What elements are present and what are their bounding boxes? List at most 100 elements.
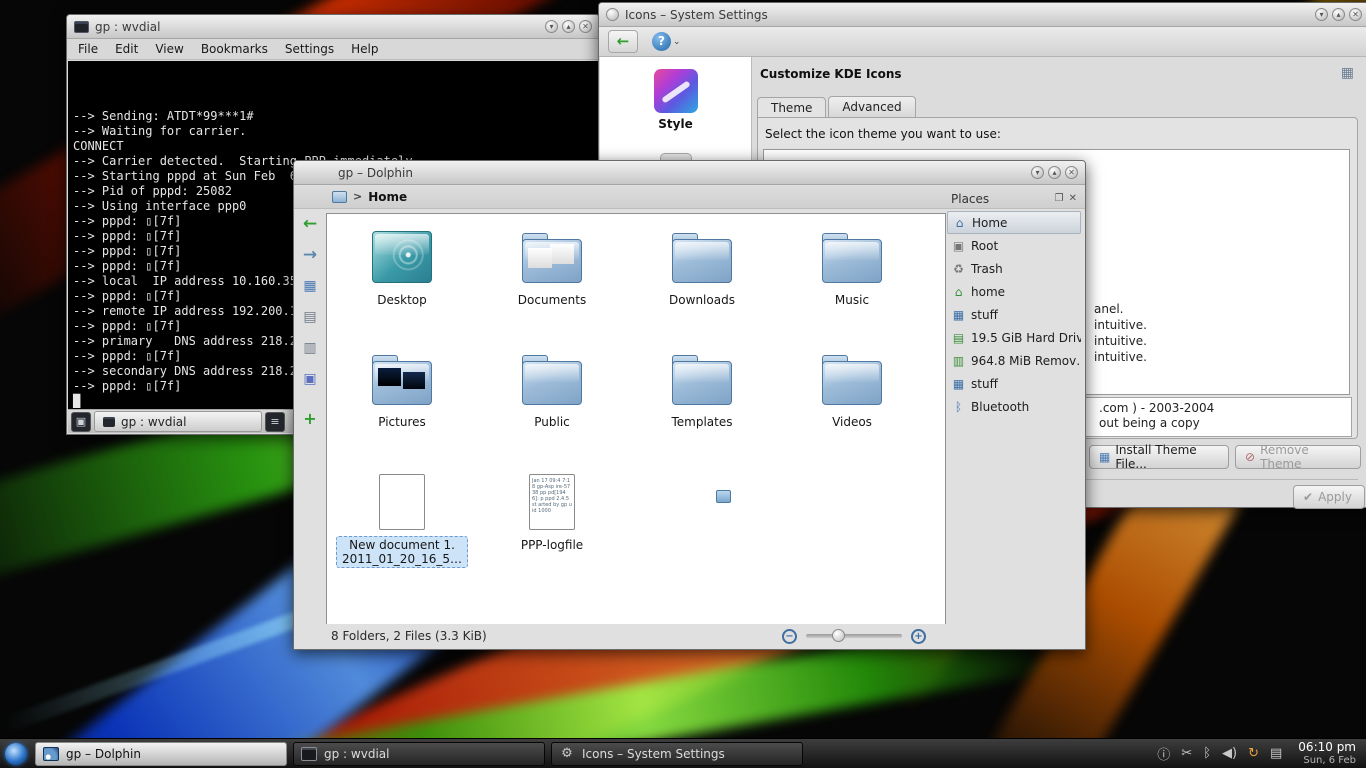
taskbar-task[interactable]: ⚙ Icons – System Settings: [551, 742, 803, 766]
konsole-titlebar[interactable]: gp : wvdial ▾ ▴ ✕: [67, 15, 599, 39]
new-tab-icon[interactable]: ▣: [71, 412, 91, 432]
place-bluetooth[interactable]: ᛒ Bluetooth: [947, 395, 1081, 418]
folder-item[interactable]: Documents: [477, 228, 627, 340]
folder-label: Videos: [826, 413, 878, 431]
place-icon: ▥: [951, 354, 966, 368]
window-menu-button[interactable]: [606, 8, 619, 21]
menu-item[interactable]: Edit: [115, 42, 138, 56]
settings-toolbar: ← ? ⌄: [599, 27, 1366, 57]
folder-item[interactable]: Videos: [777, 350, 927, 462]
launcher-button[interactable]: [0, 739, 32, 768]
places-header: Places ❐ ✕: [947, 189, 1081, 209]
place-home-partition[interactable]: ⌂ home: [947, 280, 1081, 303]
tab-theme[interactable]: Theme: [757, 97, 826, 119]
tab-advanced[interactable]: Advanced: [828, 96, 915, 118]
volume-icon[interactable]: ◀): [1222, 746, 1237, 761]
maximize-button[interactable]: ▴: [1048, 166, 1061, 179]
menu-item[interactable]: Bookmarks: [201, 42, 268, 56]
menu-item[interactable]: Settings: [285, 42, 334, 56]
dolphin-toolbar: ← → ▦ ▤ ▥ ▣ +: [296, 213, 324, 431]
task-label: gp : wvdial: [324, 747, 389, 761]
folder-item[interactable]: Desktop: [327, 228, 477, 340]
zoom-in-icon[interactable]: +: [911, 629, 926, 644]
menu-item[interactable]: File: [78, 42, 98, 56]
icons-view-icon[interactable]: ▦: [298, 275, 322, 299]
clock[interactable]: 06:10 pm Sun, 6 Feb: [1298, 741, 1356, 767]
select-theme-label: Select the icon theme you want to use:: [765, 127, 1001, 141]
taskbar-task[interactable]: gp : wvdial: [293, 742, 545, 766]
back-icon[interactable]: ←: [298, 213, 322, 237]
back-button[interactable]: ←: [608, 30, 638, 53]
taskbar-task[interactable]: gp – Dolphin: [35, 742, 287, 766]
preview-icon[interactable]: ▣: [298, 368, 322, 392]
close-button[interactable]: ✕: [579, 20, 592, 33]
float-panel-icon[interactable]: ❐: [1055, 194, 1064, 204]
split-view-icon[interactable]: +: [298, 407, 322, 431]
folder-item[interactable]: Downloads: [627, 228, 777, 340]
terminal-line: CONNECT: [73, 139, 593, 154]
menu-item[interactable]: Help: [351, 42, 378, 56]
update-notifier-icon[interactable]: ↻: [1248, 746, 1259, 761]
file-item[interactable]: Jan 17 09:4 7:18 gp-Asp ire-5738 pp pd[1…: [477, 472, 627, 584]
zoom-out-icon[interactable]: −: [782, 629, 797, 644]
close-button[interactable]: ✕: [1349, 8, 1362, 21]
close-panel-icon[interactable]: ✕: [1069, 194, 1077, 204]
file-item[interactable]: New document 1.2011_01_20_16_5…: [327, 472, 477, 584]
theme-list-text: anel.intuitive.intuitive.intuitive.: [1094, 301, 1147, 365]
apply-button[interactable]: ✔ Apply: [1293, 485, 1365, 509]
remove-label: Remove Theme: [1260, 443, 1351, 471]
apply-label: Apply: [1318, 490, 1352, 504]
folder-label: Desktop: [371, 291, 433, 309]
menu-item[interactable]: View: [155, 42, 183, 56]
maximize-button[interactable]: ▴: [562, 20, 575, 33]
zoom-slider-handle[interactable]: [832, 629, 845, 642]
zoom-slider[interactable]: [806, 634, 902, 638]
place-home[interactable]: ⌂ Home: [947, 211, 1081, 234]
dolphin-titlebar[interactable]: gp – Dolphin ▾▴✕: [294, 161, 1085, 185]
tab-list-icon[interactable]: ≡: [265, 412, 285, 432]
place-icon: ▣: [951, 239, 966, 253]
remove-theme-button[interactable]: ⊘ Remove Theme: [1235, 445, 1361, 469]
info-icon[interactable]: ⓘ: [1157, 744, 1170, 763]
place-stuff-2[interactable]: ▦ stuff: [947, 372, 1081, 395]
places-title: Places: [951, 192, 989, 206]
place-hard-drive[interactable]: ▤ 19.5 GiB Hard Drive: [947, 326, 1081, 349]
help-icon[interactable]: ?: [652, 32, 671, 51]
columns-view-icon[interactable]: ▥: [298, 337, 322, 361]
file-icon: Jan 17 09:4 7:18 gp-Asp ire-5738 pp pd[1…: [529, 474, 575, 530]
klipper-scissors-icon[interactable]: ✂: [1181, 746, 1192, 761]
bluetooth-icon[interactable]: ᛒ: [1203, 746, 1211, 761]
maximize-button[interactable]: ▴: [1332, 8, 1345, 21]
minimize-button[interactable]: ▾: [1315, 8, 1328, 21]
folder-item[interactable]: Public: [477, 350, 627, 462]
forward-icon[interactable]: →: [298, 244, 322, 268]
minimize-button[interactable]: ▾: [545, 20, 558, 33]
breadcrumb-home[interactable]: Home: [368, 190, 407, 204]
place-icon: ᛒ: [951, 400, 966, 414]
place-stuff[interactable]: ▦ stuff: [947, 303, 1081, 326]
device-notifier-icon[interactable]: ▤: [1270, 746, 1282, 761]
view-mode-icon[interactable]: ▦: [1341, 65, 1354, 81]
folder-view[interactable]: Desktop Documents Downloads: [326, 213, 946, 626]
folder-item[interactable]: Templates: [627, 350, 777, 462]
category-style[interactable]: Style: [600, 69, 751, 131]
folder-item[interactable]: Music: [777, 228, 927, 340]
install-theme-button[interactable]: ▦ Install Theme File...: [1089, 445, 1229, 469]
place-removable-media[interactable]: ▥ 964.8 MiB Remov…: [947, 349, 1081, 372]
konsole-tab[interactable]: gp : wvdial: [94, 411, 262, 432]
settings-titlebar[interactable]: Icons – System Settings ▾▴✕: [599, 3, 1366, 27]
details-view-icon[interactable]: ▤: [298, 306, 322, 330]
place-trash[interactable]: ♻ Trash: [947, 257, 1081, 280]
place-icon: ♻: [951, 262, 966, 276]
style-icon: [654, 69, 698, 113]
help-button[interactable]: ? ⌄: [652, 32, 681, 51]
place-root[interactable]: ▣ Root: [947, 234, 1081, 257]
theme-description-text: .com ) - 2003-2004out being a copy: [1099, 401, 1214, 431]
konsole-title: gp : wvdial: [95, 20, 160, 34]
dolphin-window: gp – Dolphin ▾▴✕ > Home ←→▦▤▥▣+ Desktop: [293, 160, 1086, 650]
folder-item[interactable]: Pictures: [327, 350, 477, 462]
minimize-button[interactable]: ▾: [1031, 166, 1044, 179]
theme-list-line: intuitive.: [1094, 349, 1147, 365]
place-label: Bluetooth: [971, 400, 1029, 414]
close-button[interactable]: ✕: [1065, 166, 1078, 179]
